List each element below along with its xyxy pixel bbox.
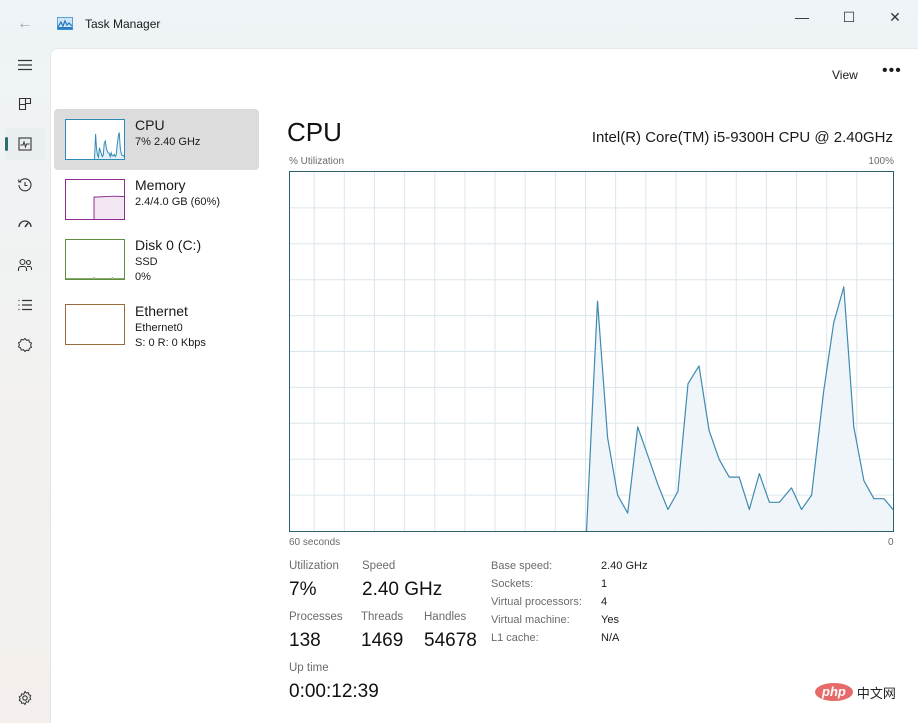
uptime-label: Up time: [289, 662, 329, 674]
speed-label: Speed: [362, 560, 396, 572]
utilization-value: 7%: [289, 579, 317, 600]
watermark-text: 中文网: [856, 685, 896, 701]
virtual-processors-key: Virtual processors:: [491, 596, 582, 608]
base-speed-key: Base speed:: [491, 560, 553, 572]
base-speed-value: 2.40 GHz: [601, 560, 648, 572]
perf-item-disk[interactable]: Disk 0 (C:) SSD 0%: [54, 229, 259, 290]
speed-value: 2.40 GHz: [362, 579, 443, 600]
maximize-icon: ☐: [842, 9, 856, 25]
puzzle-gear-icon: [17, 337, 33, 353]
speedometer-icon: [18, 220, 32, 228]
perf-item-type: SSD: [135, 256, 158, 268]
perf-item-usage: 0%: [135, 271, 151, 283]
close-icon: ✕: [889, 9, 901, 25]
disk-thumb-line: [66, 277, 124, 279]
perf-item-detail: 2.4/4.0 GB (60%): [135, 196, 220, 208]
active-indicator: [5, 137, 8, 151]
handles-label: Handles: [424, 611, 467, 623]
navigation-rail: [0, 48, 50, 723]
uptime-value: 0:00:12:39: [289, 681, 379, 702]
list-icon: [18, 299, 32, 311]
processes-label: Processes: [289, 611, 343, 623]
utilization-label: Utilization: [289, 560, 339, 572]
nav-settings[interactable]: [5, 682, 45, 714]
y-axis-max-label: 100%: [868, 156, 894, 167]
nav-startup-apps[interactable]: [5, 209, 45, 241]
cpu-model-name: Intel(R) Core(TM) i5-9300H CPU @ 2.40GHz: [591, 129, 893, 146]
window-title: Task Manager: [85, 17, 161, 31]
memory-thumbnail-graph: [65, 179, 125, 220]
perf-item-name: Ethernet: [135, 303, 188, 319]
task-manager-app-icon: [57, 17, 73, 30]
nav-services[interactable]: [5, 329, 45, 361]
virtual-machine-value: Yes: [601, 614, 619, 626]
l1-cache-value: N/A: [601, 632, 620, 644]
cpu-utilization-area: [586, 286, 893, 531]
threads-value: 1469: [361, 630, 404, 651]
l1-cache-key: L1 cache:: [491, 632, 539, 644]
handles-value: 54678: [424, 630, 477, 651]
nav-processes[interactable]: [5, 88, 45, 120]
disk-thumbnail-graph: [65, 239, 125, 280]
minimize-icon: —: [795, 9, 809, 25]
sockets-value: 1: [601, 578, 608, 590]
nav-users[interactable]: [5, 249, 45, 281]
perf-item-adapter: Ethernet0: [135, 322, 183, 334]
arrow-left-icon: ←: [17, 15, 33, 32]
watermark-logo: php: [815, 683, 853, 701]
back-button[interactable]: ←: [12, 12, 38, 36]
nav-app-history[interactable]: [5, 169, 45, 201]
more-dots-icon: •••: [882, 62, 902, 79]
hamburger-icon: [18, 59, 32, 71]
perf-item-detail: 7% 2.40 GHz: [135, 136, 201, 148]
nav-performance[interactable]: [5, 128, 45, 160]
content-panel: View ••• CPU 7% 2.40 GHz Memory 2.4/4.0 …: [50, 48, 918, 723]
perf-item-ethernet[interactable]: Ethernet Ethernet0 S: 0 R: 0 Kbps: [54, 295, 259, 356]
close-button[interactable]: ✕: [872, 6, 918, 28]
perf-item-name: CPU: [135, 117, 165, 133]
memory-thumb-area: [94, 196, 124, 219]
settings-gear-icon: [18, 690, 32, 706]
y-axis-label: % Utilization: [289, 156, 345, 167]
users-icon: [17, 258, 33, 271]
watermark: php 中文网: [815, 677, 915, 707]
threads-label: Threads: [361, 611, 404, 623]
x-axis-left-label: 60 seconds: [289, 537, 341, 548]
page-title: CPU: [287, 117, 342, 147]
processes-value: 138: [289, 630, 321, 651]
task-manager-window: ← Task Manager — ☐ ✕ View ••• CPU 7% 2.4…: [0, 0, 918, 723]
cpu-thumbnail-graph: [65, 119, 125, 160]
virtual-machine-key: Virtual machine:: [491, 614, 570, 626]
maximize-button[interactable]: ☐: [826, 6, 872, 28]
performance-chart-icon: [18, 137, 32, 151]
perf-item-name: Memory: [135, 177, 186, 193]
ethernet-thumbnail-graph: [65, 304, 125, 345]
perf-item-name: Disk 0 (C:): [135, 237, 202, 253]
minimize-button[interactable]: —: [779, 6, 825, 28]
perf-item-memory[interactable]: Memory 2.4/4.0 GB (60%): [54, 169, 259, 230]
perf-item-throughput: S: 0 R: 0 Kbps: [135, 337, 206, 349]
virtual-processors-value: 4: [601, 596, 608, 608]
perf-item-cpu[interactable]: CPU 7% 2.40 GHz: [54, 109, 259, 170]
view-button[interactable]: View: [832, 68, 858, 82]
nav-details[interactable]: [5, 289, 45, 321]
cpu-chart-svg: [289, 171, 894, 532]
cpu-utilization-chart: [289, 171, 894, 532]
sockets-key: Sockets:: [491, 578, 534, 590]
x-axis-right-label: 0: [888, 537, 894, 548]
more-options-button[interactable]: •••: [882, 62, 902, 80]
nav-hamburger-menu[interactable]: [5, 49, 45, 81]
history-clock-icon: [18, 178, 32, 192]
processes-grid-icon: [18, 97, 32, 111]
title-bar: ← Task Manager — ☐ ✕: [0, 0, 918, 48]
